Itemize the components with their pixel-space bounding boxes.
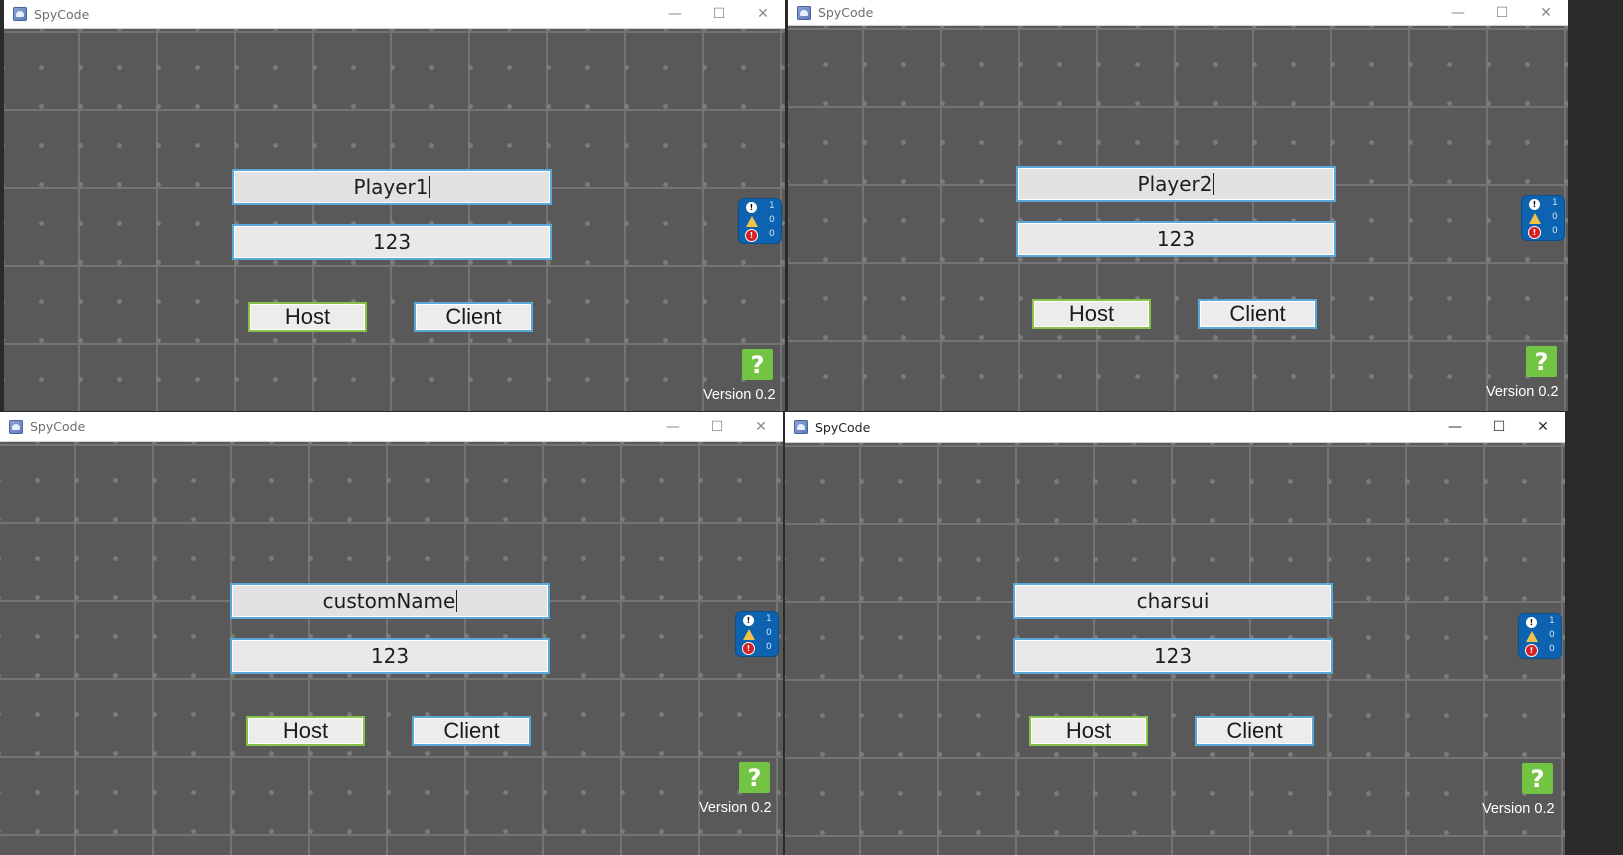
game-canvas: Player1 123 Host Client ! 1 0 ! 0 ? Versio… — [4, 29, 785, 411]
title-bar[interactable]: SpyCode — ☐ ✕ — [785, 412, 1565, 443]
info-icon: ! — [743, 615, 754, 626]
debug-badge[interactable]: ! 1 0 ! 0 — [1518, 613, 1562, 659]
window-controls: — ☐ ✕ — [1436, 0, 1568, 25]
game-canvas: customName 123 Host Client ! 1 0 ! 0 ? Ver… — [0, 442, 783, 855]
host-button[interactable]: Host — [1032, 299, 1151, 329]
host-button[interactable]: Host — [248, 302, 367, 332]
version-label: Version 0.2 — [1482, 801, 1555, 817]
text-caret — [429, 176, 431, 198]
password-value: 123 — [1156, 227, 1196, 251]
error-icon: ! — [746, 230, 757, 241]
minimize-icon[interactable]: — — [653, 0, 697, 28]
debug-badge[interactable]: ! 1 0 ! 0 — [738, 198, 782, 244]
player-name-field[interactable]: Player2 — [1016, 166, 1336, 202]
window-2: SpyCode — ☐ ✕ Player2 123 Host Client ! 1… — [788, 0, 1568, 411]
help-button[interactable]: ? — [739, 762, 770, 793]
debug-badge[interactable]: ! 1 0 ! 0 — [735, 611, 779, 657]
close-icon[interactable]: ✕ — [739, 412, 783, 441]
title-bar[interactable]: SpyCode — ☐ ✕ — [788, 0, 1568, 26]
warning-icon — [745, 216, 758, 227]
help-button[interactable]: ? — [1526, 346, 1557, 377]
error-icon: ! — [1529, 227, 1540, 238]
window-title: SpyCode — [818, 5, 874, 20]
info-icon: ! — [1529, 199, 1540, 210]
text-caret — [456, 590, 458, 612]
minimize-icon[interactable]: — — [1436, 0, 1480, 25]
window-3: SpyCode — ☐ ✕ customName 123 Host Client… — [0, 412, 783, 855]
version-label: Version 0.2 — [699, 800, 772, 816]
client-button[interactable]: Client — [1198, 299, 1317, 329]
version-label: Version 0.2 — [703, 387, 776, 403]
warning-icon — [742, 629, 755, 640]
close-icon[interactable]: ✕ — [1524, 0, 1568, 25]
host-button[interactable]: Host — [1029, 716, 1148, 746]
password-value: 123 — [1153, 644, 1193, 668]
window-1: SpyCode — ☐ ✕ Player1 123 Host Client ! 1… — [4, 0, 785, 411]
version-label: Version 0.2 — [1486, 384, 1559, 400]
player-name-field[interactable]: customName — [230, 583, 550, 619]
window-title: SpyCode — [30, 419, 86, 434]
maximize-icon[interactable]: ☐ — [1480, 0, 1524, 25]
player-name-field[interactable]: charsui — [1013, 583, 1333, 619]
title-bar[interactable]: SpyCode — ☐ ✕ — [4, 0, 785, 29]
maximize-icon[interactable]: ☐ — [1477, 412, 1521, 442]
close-icon[interactable]: ✕ — [741, 0, 785, 28]
title-bar[interactable]: SpyCode — ☐ ✕ — [0, 412, 783, 442]
help-button[interactable]: ? — [1522, 763, 1553, 794]
password-field[interactable]: 123 — [1013, 638, 1333, 674]
player-name-value: charsui — [1136, 589, 1210, 613]
app-icon — [9, 419, 23, 434]
client-button[interactable]: Client — [414, 302, 533, 332]
minimize-icon[interactable]: — — [651, 412, 695, 441]
player-name-field[interactable]: Player1 — [232, 169, 552, 205]
window-controls: — ☐ ✕ — [1433, 412, 1565, 442]
window-title: SpyCode — [34, 6, 90, 22]
warning-icon — [1525, 631, 1538, 642]
error-icon: ! — [743, 643, 754, 654]
password-value: 123 — [372, 230, 412, 254]
help-button[interactable]: ? — [742, 349, 773, 380]
app-icon — [797, 5, 811, 20]
password-field[interactable]: 123 — [1016, 221, 1336, 257]
game-canvas: Player2 123 Host Client ! 1 0 ! 0 ? Versio… — [788, 26, 1568, 411]
player-name-value: customName — [322, 589, 456, 613]
window-controls: — ☐ ✕ — [651, 412, 783, 441]
maximize-icon[interactable]: ☐ — [695, 412, 739, 441]
app-icon — [794, 420, 808, 434]
host-button[interactable]: Host — [246, 716, 365, 746]
client-button[interactable]: Client — [1195, 716, 1314, 746]
info-icon: ! — [746, 202, 757, 213]
player-name-value: Player1 — [353, 175, 429, 199]
window-controls: — ☐ ✕ — [653, 0, 785, 28]
warning-icon — [1528, 213, 1541, 224]
close-icon[interactable]: ✕ — [1521, 412, 1565, 442]
password-value: 123 — [370, 644, 410, 668]
client-button[interactable]: Client — [412, 716, 531, 746]
maximize-icon[interactable]: ☐ — [697, 0, 741, 28]
app-icon — [13, 7, 27, 21]
window-title: SpyCode — [815, 419, 871, 435]
player-name-value: Player2 — [1137, 172, 1213, 196]
password-field[interactable]: 123 — [232, 224, 552, 260]
window-4: SpyCode — ☐ ✕ charsui 123 Host Client ! 1… — [785, 412, 1565, 855]
minimize-icon[interactable]: — — [1433, 412, 1477, 442]
text-caret — [1213, 173, 1215, 195]
password-field[interactable]: 123 — [230, 638, 550, 674]
error-icon: ! — [1526, 645, 1537, 656]
debug-badge[interactable]: ! 1 0 ! 0 — [1521, 195, 1565, 241]
game-canvas: charsui 123 Host Client ! 1 0 ! 0 ? Versio… — [785, 443, 1565, 855]
info-icon: ! — [1526, 617, 1537, 628]
